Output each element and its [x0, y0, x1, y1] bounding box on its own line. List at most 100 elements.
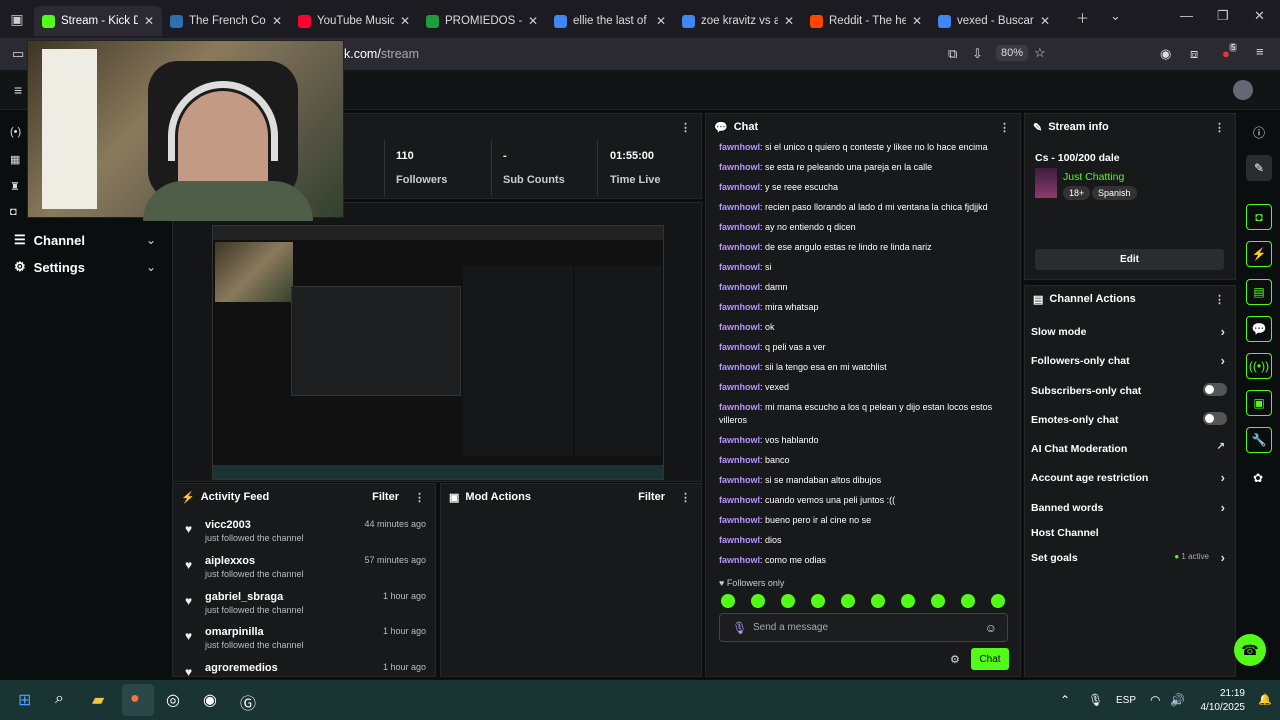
emote-icon[interactable] — [841, 594, 855, 608]
tab-close-icon[interactable]: ✕ — [400, 14, 410, 28]
edit-stream-button[interactable]: Edit — [1035, 249, 1224, 270]
hamburger-icon[interactable]: ≡ — [14, 82, 22, 98]
rail-puzzle-icon[interactable]: ✿ — [1253, 471, 1263, 485]
account-icon[interactable]: ◉ — [1160, 46, 1171, 62]
rail-camera-icon[interactable]: ◘ — [1246, 204, 1272, 230]
info-icon[interactable]: ⓘ — [1253, 124, 1265, 141]
toggle-switch[interactable] — [1203, 412, 1227, 425]
action-subscribers-only-chat[interactable]: Subscribers-only chat — [1031, 383, 1227, 397]
follower-name[interactable]: aiplexxos — [205, 555, 255, 567]
follower-name[interactable]: gabriel_sbraga — [205, 591, 283, 603]
activity-more-icon[interactable]: ⋮ — [414, 491, 425, 504]
tab-close-icon[interactable]: ✕ — [912, 14, 922, 28]
tab-close-icon[interactable]: ✕ — [272, 14, 282, 28]
notifications-icon[interactable]: 🔔 — [1258, 693, 1272, 706]
rail-broadcast-icon[interactable]: ((•)) — [1246, 353, 1272, 379]
mod-more-icon[interactable]: ⋮ — [680, 491, 691, 504]
dashboard-icon[interactable]: ▦ — [10, 153, 20, 166]
mic-tray-icon[interactable]: 🎙 — [1088, 693, 1103, 707]
steam-alt-icon[interactable]: ◎ — [166, 690, 180, 710]
tab-0[interactable]: Stream - Kick Dash ✕ — [34, 6, 162, 36]
chat-username[interactable]: fawnhowl — [719, 382, 760, 392]
menu-icon[interactable]: ≡ — [1256, 44, 1264, 59]
chat-username[interactable]: fawnhowl — [719, 435, 760, 445]
logitech-g-icon[interactable]: Ⓖ — [240, 690, 256, 714]
clock-date[interactable]: 4/10/2025 — [1195, 702, 1246, 713]
download-icon[interactable]: ⇩ — [972, 46, 983, 62]
chat-username[interactable]: fawnhowl — [719, 322, 760, 332]
chat-send-button[interactable]: Chat — [971, 648, 1009, 670]
chat-more-icon[interactable]: ⋮ — [999, 121, 1010, 134]
new-tab-icon[interactable]: ＋ — [1076, 8, 1089, 27]
chat-username[interactable]: fawnhowl — [719, 222, 760, 232]
emote-icon[interactable] — [931, 594, 945, 608]
rail-mod-icon[interactable]: ▣ — [1246, 390, 1272, 416]
chat-username[interactable]: fawnhowl — [719, 242, 760, 252]
language-indicator[interactable]: ESP — [1116, 695, 1136, 706]
rail-wrench-icon[interactable]: 🔧 — [1246, 427, 1272, 453]
category-link[interactable]: Just Chatting — [1063, 171, 1124, 183]
clock-time[interactable]: 21:19 — [1207, 688, 1245, 699]
tab-close-icon[interactable]: ✕ — [144, 14, 154, 28]
tab-2[interactable]: YouTube Music ✕ — [290, 6, 418, 36]
tab-close-icon[interactable]: ✕ — [656, 14, 666, 28]
tab-list-chevron-icon[interactable]: ⌄ — [1110, 8, 1121, 24]
stats-more-icon[interactable]: ⋮ — [680, 121, 691, 134]
follower-name[interactable]: vicc2003 — [205, 519, 251, 531]
tab-5[interactable]: zoe kravitz vs ann ✕ — [674, 6, 802, 36]
tab-close-icon[interactable]: ✕ — [528, 14, 538, 28]
stream-icon[interactable]: (•) — [10, 126, 21, 138]
chat-username[interactable]: fawnhowl — [719, 362, 760, 372]
windows-start-icon[interactable]: ⊞ — [18, 690, 31, 710]
chat-username[interactable]: fawnhowl — [719, 555, 760, 565]
stream-preview[interactable] — [212, 225, 664, 480]
rail-chat-icon[interactable]: 💬 — [1246, 316, 1272, 342]
trophy-icon[interactable]: ♜ — [10, 180, 20, 193]
mod-filter-button[interactable]: Filter — [638, 491, 665, 503]
tray-chevron-up-icon[interactable]: ⌃ — [1060, 693, 1070, 707]
tab-3[interactable]: PROMIEDOS - Fut ✕ — [418, 6, 546, 36]
toggle-switch[interactable] — [1203, 383, 1227, 396]
chat-username[interactable]: fawnhowl — [719, 202, 760, 212]
channel-chevron-down-icon[interactable]: ⌄ — [146, 233, 156, 247]
sidebar-toggle-icon[interactable]: ▭ — [12, 46, 24, 62]
chat-username[interactable]: fawnhowl — [719, 475, 760, 485]
camera-icon[interactable]: ◘ — [10, 206, 17, 218]
tab-overview-icon[interactable]: ▣ — [0, 0, 34, 38]
firefox-taskbar-button[interactable]: ● — [122, 684, 154, 716]
follower-name[interactable]: agroremedios — [205, 662, 278, 674]
chat-username[interactable]: fawnhowl — [719, 455, 760, 465]
chat-username[interactable]: fawnhowl — [719, 262, 760, 272]
emote-icon[interactable] — [991, 594, 1005, 608]
action-host-channel[interactable]: Host Channel — [1031, 527, 1227, 539]
chat-username[interactable]: fawnhowl — [719, 402, 760, 412]
chat-username[interactable]: fawnhowl — [719, 302, 760, 312]
tab-close-icon[interactable]: ✕ — [784, 14, 794, 28]
tab-close-icon[interactable]: ✕ — [1040, 14, 1050, 28]
emote-icon[interactable] — [811, 594, 825, 608]
extensions-icon[interactable]: ⧈ — [1190, 46, 1198, 62]
settings-chevron-down-icon[interactable]: ⌄ — [146, 260, 156, 274]
close-window-icon[interactable]: ✕ — [1254, 8, 1265, 24]
tab-7[interactable]: vexed - Buscar con ✕ — [930, 6, 1058, 36]
emote-icon[interactable] — [781, 594, 795, 608]
chat-username[interactable]: fawnhowl — [719, 342, 760, 352]
maximize-icon[interactable]: ❐ — [1217, 8, 1229, 24]
chat-username[interactable]: fawnhowl — [719, 282, 760, 292]
emote-icon[interactable] — [751, 594, 765, 608]
action-slow-mode[interactable]: Slow mode › — [1031, 324, 1227, 339]
avatar[interactable] — [1233, 80, 1253, 100]
taskbar-search-icon[interactable]: ⌕ — [55, 690, 64, 708]
wifi-icon[interactable]: ◠ — [1150, 693, 1160, 707]
emote-icon[interactable] — [961, 594, 975, 608]
zoom-level[interactable]: 80% — [996, 45, 1029, 61]
tab-4[interactable]: ellie the last of us ✕ — [546, 6, 674, 36]
follower-name[interactable]: omarpinilla — [205, 626, 264, 638]
sidenav-settings[interactable]: ⚙ Settings — [14, 259, 85, 275]
chat-input-box[interactable]: 🎙 Send a message ☺ — [719, 613, 1008, 642]
emote-icon[interactable] — [721, 594, 735, 608]
chat-username[interactable]: fawnhowl — [719, 495, 760, 505]
action-emotes-only-chat[interactable]: Emotes-only chat — [1031, 412, 1227, 426]
screenshot-icon[interactable]: ⧉ — [948, 46, 957, 62]
action-banned-words[interactable]: Banned words › — [1031, 500, 1227, 515]
